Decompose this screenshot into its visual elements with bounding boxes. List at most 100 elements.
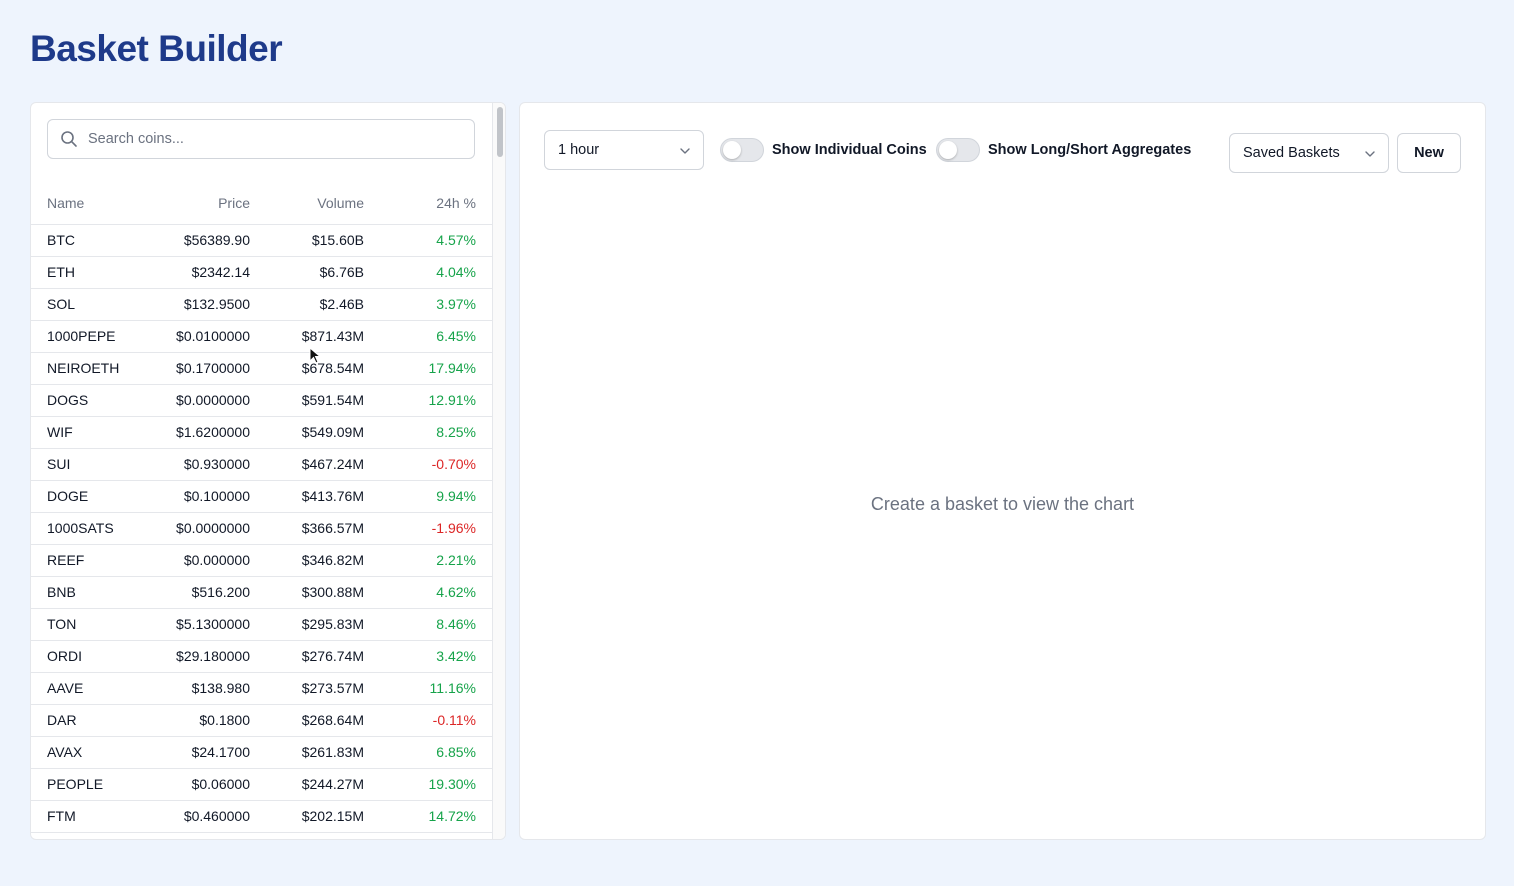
coin-name: BTC	[31, 224, 137, 257]
coin-change: -0.70%	[364, 448, 492, 481]
coin-volume: $268.64M	[250, 704, 364, 737]
toggle-long-short-aggregates-label: Show Long/Short Aggregates	[988, 142, 1192, 158]
coin-price: $0.06000	[137, 768, 250, 801]
coin-name: DOGE	[31, 480, 137, 513]
coin-name: AAVE	[31, 672, 137, 705]
table-row[interactable]: SOL $132.9500 $2.46B 3.97%	[31, 288, 492, 321]
coin-volume: $678.54M	[250, 352, 364, 385]
coin-name: NEIROETH	[31, 352, 137, 385]
coin-change: 3.42%	[364, 640, 492, 673]
chevron-down-icon	[679, 145, 691, 157]
coin-change: -1.96%	[364, 512, 492, 545]
empty-chart-message: Create a basket to view the chart	[870, 494, 1135, 514]
coin-price: $516.200	[137, 576, 250, 609]
table-row[interactable]: SUI $0.930000 $467.24M -0.70%	[31, 448, 492, 481]
coin-price: $0.0000000	[137, 384, 250, 417]
table-row[interactable]: REEF $0.000000 $346.82M 2.21%	[31, 544, 492, 577]
coin-change: 4.62%	[364, 576, 492, 609]
coin-change: 2.21%	[364, 544, 492, 577]
coin-volume: $276.74M	[250, 640, 364, 673]
mouse-cursor-icon	[309, 346, 322, 365]
table-row[interactable]: DAR $0.1800 $268.64M -0.11%	[31, 704, 492, 737]
toggle-knob	[939, 141, 957, 159]
table-row[interactable]: BNB $516.200 $300.88M 4.62%	[31, 576, 492, 609]
coin-volume: $261.83M	[250, 736, 364, 769]
coin-price: $0.1700000	[137, 352, 250, 385]
column-header-price[interactable]: Price	[137, 183, 250, 225]
column-header-change[interactable]: 24h %	[364, 183, 492, 225]
column-header-volume[interactable]: Volume	[250, 183, 364, 225]
coin-price: $0.460000	[137, 800, 250, 833]
coin-name: PEOPLE	[31, 768, 137, 801]
coin-volume: $2.46B	[250, 288, 364, 321]
coin-change: 11.16%	[364, 672, 492, 705]
coin-name: BNB	[31, 576, 137, 609]
chart-panel: 1 hour Show Individual Coins Show Long/S…	[519, 102, 1486, 840]
coin-change: 6.45%	[364, 320, 492, 353]
coin-volume: $467.24M	[250, 448, 364, 481]
coin-change: 3.97%	[364, 288, 492, 321]
coin-price: $56389.90	[137, 224, 250, 257]
timeframe-select[interactable]: 1 hour	[544, 130, 704, 170]
coin-name: ETH	[31, 256, 137, 289]
coin-volume: $591.54M	[250, 384, 364, 417]
coin-volume: $244.27M	[250, 768, 364, 801]
table-row[interactable]: AAVE $138.980 $273.57M 11.16%	[31, 672, 492, 705]
coin-price: $138.980	[137, 672, 250, 705]
coin-change: 8.25%	[364, 416, 492, 449]
table-row[interactable]: ORDI $29.180000 $276.74M 3.42%	[31, 640, 492, 673]
coin-change: 6.85%	[364, 736, 492, 769]
table-row[interactable]: PEOPLE $0.06000 $244.27M 19.30%	[31, 768, 492, 801]
coin-change: 17.94%	[364, 352, 492, 385]
coin-name: 1000SATS	[31, 512, 137, 545]
coin-name: TON	[31, 608, 137, 641]
saved-baskets-value: Saved Baskets	[1243, 145, 1340, 161]
table-row[interactable]: ETH $2342.14 $6.76B 4.04%	[31, 256, 492, 289]
coin-price: $0.0100000	[137, 320, 250, 353]
coin-change: 9.94%	[364, 480, 492, 513]
coin-name: SOL	[31, 288, 137, 321]
coin-name: 1000PEPE	[31, 320, 137, 353]
coin-price: $132.9500	[137, 288, 250, 321]
table-row[interactable]: 1000PEPE $0.0100000 $871.43M 6.45%	[31, 320, 492, 353]
coin-name: FTM	[31, 800, 137, 833]
table-row[interactable]: TON $5.1300000 $295.83M 8.46%	[31, 608, 492, 641]
coin-price: $0.0000000	[137, 512, 250, 545]
table-row[interactable]: DOGE $0.100000 $413.76M 9.94%	[31, 480, 492, 513]
page-title: Basket Builder	[30, 28, 283, 69]
table-row[interactable]: BTC $56389.90 $15.60B 4.57%	[31, 224, 492, 257]
column-header-name[interactable]: Name	[31, 183, 137, 225]
search-input[interactable]	[88, 120, 468, 158]
table-row[interactable]: WIF $1.6200000 $549.09M 8.25%	[31, 416, 492, 449]
table-row[interactable]: FTM $0.460000 $202.15M 14.72%	[31, 800, 492, 833]
coin-volume: $295.83M	[250, 608, 364, 641]
coin-price: $0.1800	[137, 704, 250, 737]
coin-volume: $273.57M	[250, 672, 364, 705]
coin-change: -0.11%	[364, 704, 492, 737]
coin-volume: $15.60B	[250, 224, 364, 257]
coin-change: 4.57%	[364, 224, 492, 257]
toggle-long-short-aggregates[interactable]	[936, 138, 980, 162]
table-row[interactable]: NEIROETH $0.1700000 $678.54M 17.94%	[31, 352, 492, 385]
coin-volume: $871.43M	[250, 320, 364, 353]
toggle-individual-coins[interactable]	[720, 138, 764, 162]
coin-change: 4.04%	[364, 256, 492, 289]
coin-name: WIF	[31, 416, 137, 449]
saved-baskets-select[interactable]: Saved Baskets	[1229, 133, 1389, 173]
table-row[interactable]: 1000SATS $0.0000000 $366.57M -1.96%	[31, 512, 492, 545]
scrollbar[interactable]	[492, 103, 505, 839]
coin-price: $2342.14	[137, 256, 250, 289]
new-basket-button[interactable]: New	[1397, 133, 1461, 173]
scrollbar-thumb[interactable]	[497, 107, 503, 157]
table-row[interactable]: AVAX $24.1700 $261.83M 6.85%	[31, 736, 492, 769]
coin-name: ORDI	[31, 640, 137, 673]
coin-price: $0.100000	[137, 480, 250, 513]
coin-volume: $346.82M	[250, 544, 364, 577]
search-box[interactable]	[47, 119, 475, 159]
chevron-down-icon	[1364, 148, 1376, 160]
table-row[interactable]: DOGS $0.0000000 $591.54M 12.91%	[31, 384, 492, 417]
coin-volume: $549.09M	[250, 416, 364, 449]
coin-price: $24.1700	[137, 736, 250, 769]
coin-volume: $413.76M	[250, 480, 364, 513]
coin-name: REEF	[31, 544, 137, 577]
